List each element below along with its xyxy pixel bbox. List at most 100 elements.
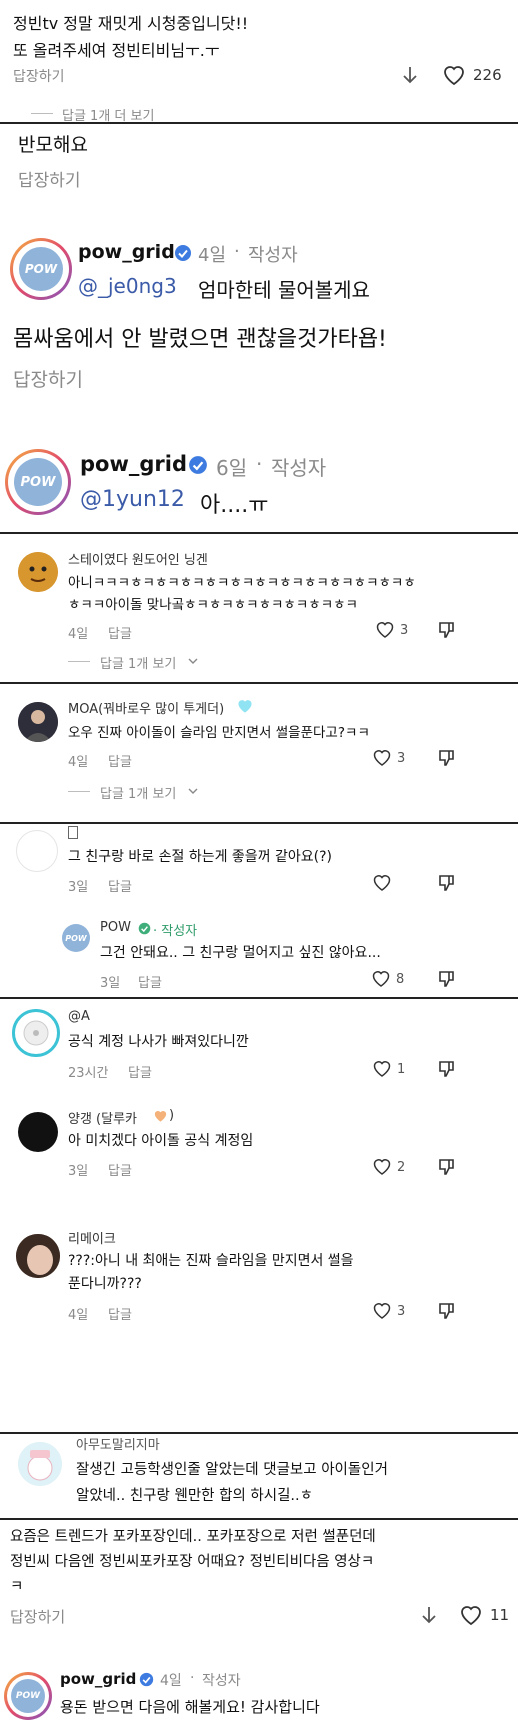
author-name[interactable]: pow_grid (80, 452, 187, 476)
avatar[interactable] (18, 552, 58, 592)
dislike-icon[interactable] (437, 1301, 457, 1321)
comment-text-line: 정빈씨 다음엔 정빈씨포카포장 어때요? 정빈티비다음 영상ㅋ (10, 1554, 375, 1570)
dislike-icon[interactable] (437, 1157, 457, 1177)
heart-icon[interactable] (372, 748, 392, 767)
separator-dot: · (190, 1670, 195, 1686)
reply-button[interactable]: 답글 (128, 1062, 152, 1081)
dislike-icon[interactable] (437, 748, 457, 768)
avatar[interactable]: POW (10, 238, 72, 300)
heart-icon[interactable] (442, 64, 466, 86)
username[interactable]: @A (68, 1009, 90, 1024)
time: 4일 (68, 627, 89, 642)
like-count: 2 (397, 1160, 406, 1175)
comment-text-line: 요즘은 트렌드가 포카포장인데.. 포카포장으로 저런 썰푼던데 (10, 1529, 376, 1545)
separator-dot: · (256, 452, 263, 476)
pow-logo: POW (14, 458, 62, 506)
reply-button[interactable]: 답장하기 (13, 66, 65, 86)
time: 6일 (216, 456, 248, 480)
comment-d: @A 공식 계정 나사가 빠져있다니깐 23시간 답글 1 (0, 999, 518, 1094)
pow-avatar[interactable]: POW (62, 924, 90, 952)
heart-icon[interactable] (372, 1157, 392, 1176)
author-name[interactable]: POW (100, 920, 131, 935)
chevron-down-icon (188, 658, 198, 664)
heart-icon[interactable] (372, 1059, 392, 1078)
avatar[interactable]: POW (5, 449, 71, 515)
dislike-icon[interactable] (437, 873, 457, 893)
username[interactable]: 스테이였다 원도어인 닝겐 (68, 549, 208, 568)
username[interactable]: 아무도말리지마 (76, 1434, 160, 1453)
username[interactable]: MOA(꿔바로우 많이 투게더) (68, 698, 224, 717)
comment-text: 그 친구랑 바로 손절 하는게 좋을꺼 같아요(?) (68, 849, 333, 865)
person-photo-icon (16, 1234, 60, 1278)
reply-button[interactable]: 답글 (108, 751, 132, 770)
comment-c: 그 친구랑 바로 손절 하는게 좋을꺼 같아요(?) 3일 답글 POW POW… (0, 824, 518, 996)
comment-g: 아무도말리지마 잘생긴 고등학생인줄 알았는데 댓글보고 아이돌인거 알았네..… (0, 1434, 518, 1518)
mention[interactable]: @_je0ng3 (78, 274, 177, 298)
cartoon-avatar-icon (18, 1442, 62, 1486)
reply-button[interactable]: 답글 (108, 876, 132, 895)
comment-text: 공식 계정 나사가 빠져있다니깐 (68, 1034, 249, 1050)
reply-button[interactable]: 답글 (108, 1304, 132, 1323)
heart-icon[interactable] (372, 873, 392, 892)
dislike-icon[interactable] (437, 620, 457, 640)
time: 4일 (198, 245, 227, 266)
comment-text: 오우 진짜 아이돌이 슬라임 만지면서 썰을푼다고?ㅋㅋ (68, 725, 370, 741)
comment-text-line: 알았네.. 친구랑 웬만한 합의 하시길..ㅎ (76, 1488, 313, 1504)
pow-logo: POW (19, 247, 63, 291)
comment-block-3: 몸싸움에서 안 발렸으면 괜찮을것가타욥! 답장하기 POW pow_grid … (0, 317, 518, 532)
dislike-icon[interactable] (437, 969, 457, 989)
arrow-down-icon[interactable] (402, 66, 418, 84)
username[interactable]: 리메이크 (68, 1228, 116, 1247)
arrow-down-icon[interactable] (421, 1606, 437, 1624)
heart-icon[interactable] (375, 620, 395, 639)
comment-block-1: 정빈tv 정말 재밋게 시청중입니닷!! 또 올려주세여 정빈티비님ㅜ.ㅜ 답장… (0, 0, 518, 122)
reply-button[interactable]: 답장하기 (18, 166, 81, 191)
avatar[interactable] (18, 1112, 58, 1152)
time: 4일 (68, 1308, 89, 1323)
like-count: 11 (490, 1606, 510, 1624)
dislike-icon[interactable] (437, 1059, 457, 1079)
author-name[interactable]: pow_grid (60, 1670, 136, 1688)
author-tag: · 작성자 (153, 924, 198, 939)
reply-text: 아....ㅠ (200, 493, 269, 518)
comment-text-line: 정빈tv 정말 재밋게 시청중입니닷!! (13, 14, 249, 33)
reply-button[interactable]: 답글 (108, 623, 132, 642)
avatar[interactable] (18, 702, 58, 742)
username[interactable]: 양갱 (달루카 (68, 1108, 137, 1127)
like-count: 8 (396, 972, 405, 987)
avatar[interactable] (12, 1009, 60, 1057)
comment-text-line: ???:아니 내 최애는 진짜 슬라임을 만지면서 썰을 (68, 1253, 354, 1269)
chevron-down-icon (188, 788, 198, 794)
heart-icon[interactable] (372, 1301, 392, 1320)
avatar[interactable] (16, 830, 58, 872)
like-count: 226 (473, 66, 502, 84)
reply-button[interactable]: 답글 (108, 1160, 132, 1179)
comment-block-2: 반모해요 답장하기 POW pow_grid 4일 · 작성자 @_je0ng3… (0, 124, 518, 319)
verified-badge-icon (139, 1672, 154, 1687)
disc-avatar-icon (23, 1020, 49, 1046)
separator-dot: · (234, 241, 240, 262)
reply-button[interactable]: 답글 (138, 972, 162, 991)
heart-icon[interactable] (371, 969, 391, 988)
more-replies-link[interactable]: 답글 1개 더 보기 (62, 105, 154, 122)
avatar[interactable] (16, 1234, 60, 1278)
avatar[interactable]: POW (4, 1672, 52, 1720)
comment-text-line: ㅋ (10, 1579, 24, 1595)
mention[interactable]: @1yun12 (80, 487, 185, 512)
verified-badge-icon (175, 245, 191, 261)
more-replies-link[interactable]: 답글 1개 보기 (100, 783, 176, 802)
comment-e: 양갱 (달루카 ) 아 미치겠다 아이돌 공식 계정임 3일 답글 2 (0, 1104, 518, 1199)
reply-button[interactable]: 답장하기 (10, 1606, 65, 1627)
author-name[interactable]: pow_grid (78, 241, 175, 263)
comment-text-line: ㅎㅋㅋ아이돌 맞나곸ㅎㅋㅎㅋㅎㅋㅎㅋㅎㅋㅎㅋㅎㅋ (68, 597, 358, 613)
thread-line (68, 791, 90, 792)
verified-badge-icon (189, 456, 207, 474)
like-count: 3 (397, 751, 406, 766)
more-replies-link[interactable]: 답글 1개 보기 (100, 653, 176, 672)
reply-text: 그건 안돼요.. 그 친구랑 멀어지고 싶진 않아요... (100, 945, 381, 961)
heart-icon[interactable] (459, 1604, 483, 1626)
comment-f: 리메이크 ???:아니 내 최애는 진짜 슬라임을 만지면서 썰을 푼다니까??… (0, 1222, 518, 1432)
avatar[interactable] (18, 1442, 62, 1486)
reply-button[interactable]: 답장하기 (13, 365, 83, 392)
comment-text: 반모해요 (18, 134, 88, 156)
